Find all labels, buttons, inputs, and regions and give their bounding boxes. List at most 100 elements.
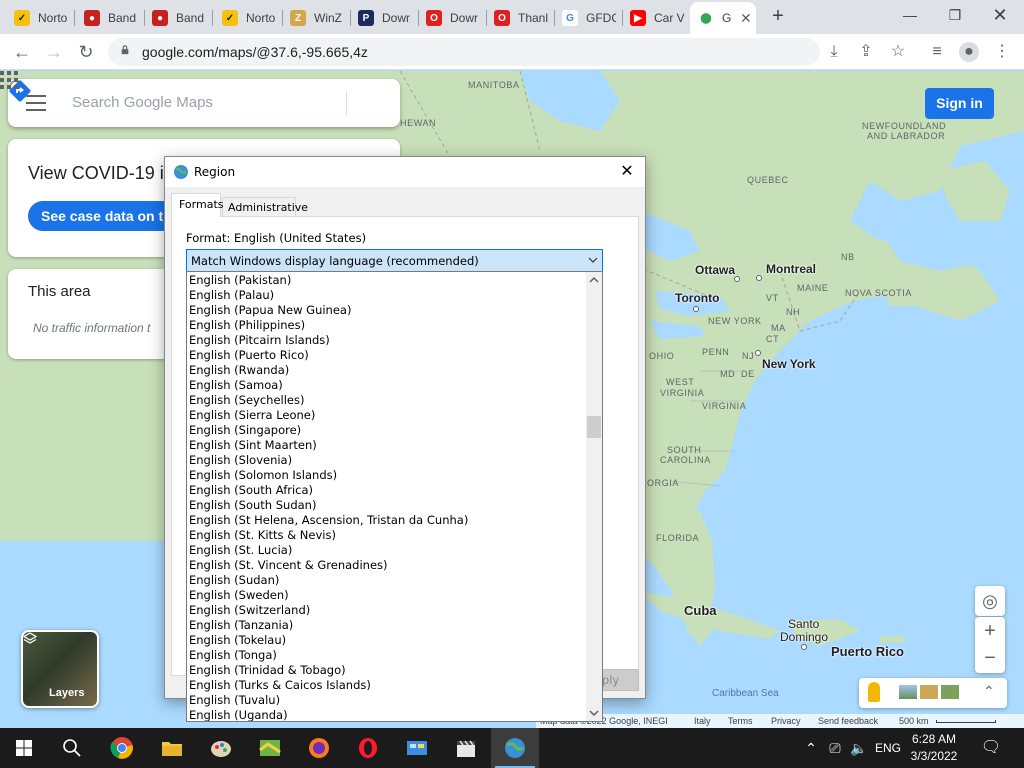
tab-administrative[interactable]: Administrative [222, 197, 308, 217]
format-option[interactable]: English (Slovenia) [187, 453, 586, 468]
reload-button[interactable]: ↻ [74, 40, 98, 64]
scroll-thumb[interactable] [587, 416, 601, 438]
format-option[interactable]: English (Pakistan) [187, 273, 586, 288]
browser-tab[interactable]: ✓ Norto [214, 4, 280, 32]
city-ottawa[interactable]: Ottawa [695, 263, 735, 277]
format-option[interactable]: English (St. Lucia) [187, 543, 586, 558]
browser-tab[interactable]: O Thanl [486, 4, 552, 32]
layers-button[interactable]: Layers [21, 630, 99, 708]
format-option[interactable]: English (Tonga) [187, 648, 586, 663]
taskbar-opera[interactable] [344, 728, 392, 768]
format-option[interactable]: English (Sierra Leone) [187, 408, 586, 423]
input-language[interactable]: ENG [873, 728, 903, 768]
my-location-button[interactable]: ◎ [975, 586, 1005, 616]
format-option[interactable]: English (Sweden) [187, 588, 586, 603]
bookmark-star-icon[interactable]: ☆ [888, 42, 908, 62]
scale-label[interactable]: 500 km [899, 716, 929, 726]
imagery-thumb-1[interactable] [899, 685, 917, 699]
format-option[interactable]: English (South Sudan) [187, 498, 586, 513]
format-option[interactable]: English (Seychelles) [187, 393, 586, 408]
format-option[interactable]: English (Tanzania) [187, 618, 586, 633]
format-dropdown-list[interactable]: English (Pakistan) English (Palau) English… [186, 271, 603, 722]
search-taskbar-button[interactable] [48, 728, 96, 768]
browser-tab[interactable]: G GFDC [554, 4, 620, 32]
taskbar-region-settings[interactable] [491, 728, 539, 768]
dropdown-scrollbar[interactable] [586, 272, 602, 721]
format-option[interactable]: English (Tuvalu) [187, 693, 586, 708]
format-option[interactable]: English (South Africa) [187, 483, 586, 498]
format-option[interactable]: English (Sint Maarten) [187, 438, 586, 453]
format-option[interactable]: English (Solomon Islands) [187, 468, 586, 483]
dialog-titlebar[interactable]: Region ✕ [165, 157, 645, 187]
back-button[interactable]: ← [10, 40, 34, 64]
format-option[interactable]: English (Trinidad & Tobago) [187, 663, 586, 678]
format-option[interactable]: English (Palau) [187, 288, 586, 303]
google-apps-icon[interactable] [0, 71, 18, 89]
format-option[interactable]: English (St. Vincent & Grenadines) [187, 558, 586, 573]
pegman-icon[interactable] [868, 682, 880, 702]
show-hidden-icons-button[interactable]: ⌃ [802, 728, 820, 768]
forward-button[interactable]: → [42, 40, 66, 64]
maps-search-input[interactable]: Search Google Maps [72, 94, 213, 111]
taskbar-maps-app[interactable] [246, 728, 294, 768]
format-option[interactable]: English (Switzerland) [187, 603, 586, 618]
format-option[interactable]: English (Papua New Guinea) [187, 303, 586, 318]
country-cuba[interactable]: Cuba [684, 603, 717, 618]
format-option[interactable]: English (St Helena, Ascension, Tristan d… [187, 513, 586, 528]
taskbar-firefox[interactable] [295, 728, 343, 768]
format-option[interactable]: English (Singapore) [187, 423, 586, 438]
install-icon[interactable]: ⤓ [824, 42, 844, 62]
format-option[interactable]: English (Sudan) [187, 573, 586, 588]
notifications-icon[interactable]: 🗨 [980, 728, 1002, 768]
country-puerto-rico[interactable]: Puerto Rico [831, 644, 904, 659]
imagery-thumb-2[interactable] [920, 685, 938, 699]
footer-terms-link[interactable]: Terms [728, 716, 753, 726]
browser-tab[interactable]: O Dowr [418, 4, 484, 32]
browser-tab[interactable]: ● Band [144, 4, 210, 32]
browser-tab[interactable]: ⬤ G ✕ [690, 2, 756, 34]
taskbar-video-editor[interactable] [442, 728, 490, 768]
city-santo[interactable]: Santo [788, 617, 819, 631]
browser-tab[interactable]: Z WinZ [282, 4, 348, 32]
address-bar[interactable]: google.com/maps/@37.6,-95.665,4z [108, 38, 820, 66]
format-option[interactable]: English (St. Kitts & Nevis) [187, 528, 586, 543]
taskbar-file-explorer[interactable] [148, 728, 196, 768]
format-option[interactable]: English (Turks & Caicos Islands) [187, 678, 586, 693]
restore-button[interactable]: ❐ [941, 4, 969, 26]
start-button[interactable] [0, 728, 48, 768]
browser-tab[interactable]: ▶ Car V [622, 4, 688, 32]
footer-country-link[interactable]: Italy [694, 716, 711, 726]
volume-icon[interactable]: 🔈 [848, 728, 870, 768]
network-icon[interactable]: ⎚ [824, 728, 846, 768]
format-option[interactable]: English (Pitcairn Islands) [187, 333, 586, 348]
sign-in-button[interactable]: Sign in [925, 88, 994, 119]
format-option[interactable]: English (Uganda) [187, 708, 586, 721]
format-option[interactable]: English (Puerto Rico) [187, 348, 586, 363]
scroll-up-arrow-icon[interactable] [586, 272, 602, 289]
browser-tab[interactable]: P Dowr [350, 4, 416, 32]
zoom-in-button[interactable]: + [975, 617, 1005, 645]
media-icon[interactable]: ≡ [927, 42, 947, 62]
format-option[interactable]: English (Rwanda) [187, 363, 586, 378]
profile-avatar[interactable]: ● [959, 42, 979, 62]
city-toronto[interactable]: Toronto [675, 291, 719, 305]
close-window-button[interactable]: ✕ [986, 4, 1014, 26]
footer-feedback-link[interactable]: Send feedback [818, 716, 878, 726]
footer-privacy-link[interactable]: Privacy [771, 716, 801, 726]
format-option[interactable]: English (Philippines) [187, 318, 586, 333]
menu-icon[interactable]: ⋮ [992, 42, 1012, 62]
format-option[interactable]: English (Tokelau) [187, 633, 586, 648]
format-option[interactable]: English (Samoa) [187, 378, 586, 393]
taskbar-control-panel[interactable] [393, 728, 441, 768]
city-domingo[interactable]: Domingo [780, 630, 828, 644]
share-icon[interactable]: ⇪ [856, 42, 876, 62]
dialog-close-button[interactable]: ✕ [613, 161, 641, 183]
format-dropdown[interactable]: Match Windows display language (recommen… [186, 249, 603, 272]
browser-tab[interactable]: ● Band [76, 4, 142, 32]
scroll-down-arrow-icon[interactable] [586, 704, 602, 721]
imagery-thumb-3[interactable] [941, 685, 959, 699]
new-tab-button[interactable]: + [767, 5, 789, 27]
taskbar-chrome[interactable] [98, 728, 146, 768]
taskbar-paint[interactable] [197, 728, 245, 768]
system-clock[interactable]: 6:28 AM 3/3/2022 [903, 731, 965, 765]
